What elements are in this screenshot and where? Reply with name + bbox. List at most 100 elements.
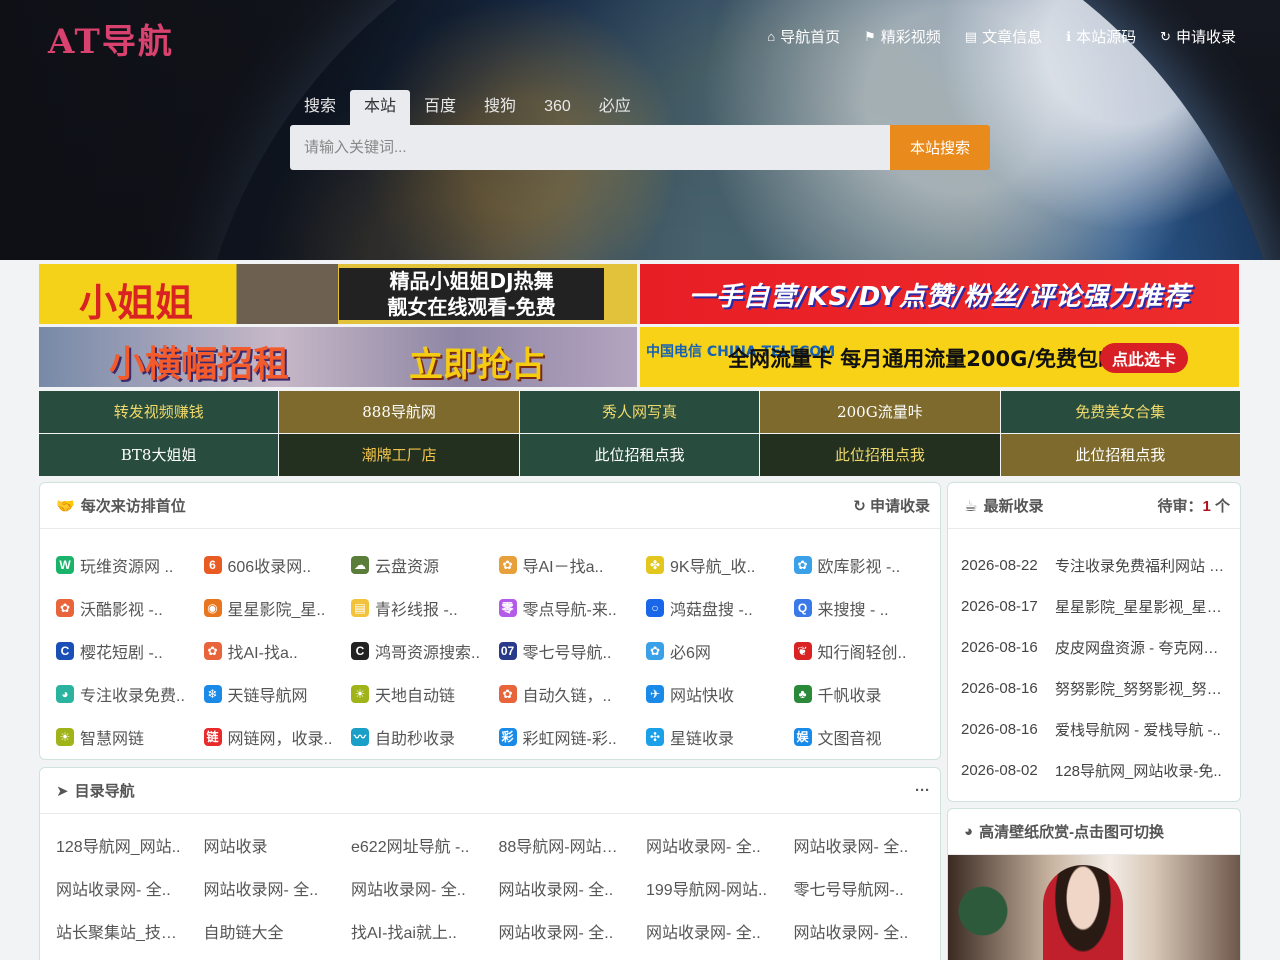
recent-item[interactable]: 2026-08-16 皮皮网盘资源 - 夸克网盘.. bbox=[961, 627, 1228, 668]
site-link[interactable]: ✤ 9K导航_收.. bbox=[646, 543, 794, 586]
site-link[interactable]: C 樱花短剧 -.. bbox=[56, 629, 204, 672]
media-icon: 娱 bbox=[793, 727, 812, 746]
directory-link[interactable]: 网站收录网- 全.. bbox=[499, 869, 627, 912]
directory-link[interactable]: 网站收录网- 全.. bbox=[204, 869, 332, 912]
recent-item[interactable]: 2026-08-16 努努影院_努努影视_努努.. bbox=[961, 668, 1228, 709]
site-link[interactable]: ✿ 导AI－找a.. bbox=[498, 543, 647, 586]
text-ad-link[interactable]: 888导航网 bbox=[279, 391, 519, 433]
text-ad-link[interactable]: 此位招租点我 bbox=[519, 434, 760, 476]
banner-rent-ad[interactable]: 小横幅招租 立即抢占 bbox=[39, 327, 637, 387]
pinwheel-icon: ✿ bbox=[498, 555, 517, 574]
directory-link[interactable]: 网站收录网- 全.. bbox=[499, 912, 627, 955]
search-input[interactable] bbox=[290, 125, 890, 170]
directory-link[interactable]: 自助链大全 bbox=[204, 912, 332, 955]
directory-link[interactable]: 88导航网-网站收.. bbox=[499, 826, 627, 869]
site-link[interactable]: ◉ 星星影院_星.. bbox=[203, 586, 352, 629]
panel-title: 高清壁纸欣赏-点击图可切换 bbox=[979, 824, 1165, 841]
site-link[interactable]: 零零点导航-来.. bbox=[498, 586, 647, 629]
directory-link[interactable]: 找AI-找ai就上.. bbox=[351, 912, 479, 955]
site-link[interactable]: ▤ 青衫线报 -.. bbox=[351, 586, 499, 629]
search-tab[interactable]: 百度 bbox=[410, 90, 470, 125]
text-ad-link[interactable]: 200G流量咔 bbox=[760, 391, 1000, 433]
text-ad-link[interactable]: 此位招租点我 bbox=[1000, 434, 1240, 476]
recent-item[interactable]: 2026-08-17 星星影院_星星影视_星星.. bbox=[961, 586, 1228, 627]
site-link[interactable]: W 玩维资源网 .. bbox=[56, 543, 204, 586]
site-link[interactable]: Q 来搜搜 - .. bbox=[793, 586, 942, 629]
search-tab[interactable]: 搜狗 bbox=[470, 90, 530, 125]
text-ad-link[interactable]: 潮牌工厂店 bbox=[279, 434, 519, 476]
more-icon[interactable]: ··· bbox=[915, 782, 930, 799]
site-link[interactable]: ✿ 找AI-找a.. bbox=[203, 629, 352, 672]
site-link[interactable]: ◕ 专注收录免费.. bbox=[56, 672, 204, 715]
text-ad-link[interactable]: BT8大姐姐 bbox=[39, 434, 279, 476]
clover-icon: ✤ bbox=[646, 555, 664, 574]
cup-icon: ☕ bbox=[964, 497, 978, 515]
directory-link[interactable]: 128导航网_网站.. bbox=[56, 826, 184, 869]
banner-dj-ad[interactable]: 小姐姐 精品小姐姐DJ热舞 靓女在线观看-免费 bbox=[39, 264, 637, 324]
top-nav-link[interactable]: ⌂ 导航首页 bbox=[767, 26, 840, 47]
site-link[interactable]: 6 606收录网.. bbox=[203, 543, 352, 586]
search-tab[interactable]: 360 bbox=[530, 90, 585, 125]
site-link[interactable]: ❦ 知行阁轻创.. bbox=[793, 629, 942, 672]
site-name: 606收录网.. bbox=[227, 558, 312, 576]
site-link[interactable]: 链网链网，收录.. bbox=[203, 715, 352, 758]
directory-link[interactable]: 网站收录网- 全.. bbox=[646, 912, 774, 955]
directory-link[interactable]: 网站收录网- 全.. bbox=[794, 826, 922, 869]
site-link[interactable]: ✿ 欧库影视 -.. bbox=[793, 543, 942, 586]
top-nav-link[interactable]: ⚑ 精彩视频 bbox=[864, 26, 941, 47]
directory-link[interactable]: 站长聚集站_技术.. bbox=[56, 912, 184, 955]
directory-link[interactable]: 199导航网-网站.. bbox=[646, 869, 774, 912]
text-ad-link[interactable]: 转发视频赚钱 bbox=[39, 391, 279, 433]
paper-plane-icon: ➤ bbox=[56, 782, 69, 800]
site-name: 导AI－找a.. bbox=[522, 558, 604, 576]
top-nav-link[interactable]: ▤ 文章信息 bbox=[965, 26, 1042, 47]
directory-link[interactable]: 网站收录网- 全.. bbox=[56, 869, 184, 912]
directory-link[interactable]: e622网址导航 -.. bbox=[351, 826, 479, 869]
handshake-icon: 🤝 bbox=[56, 497, 75, 515]
recent-date: 2026-08-16 bbox=[961, 680, 1038, 697]
recent-item[interactable]: 2026-08-22 专注收录免费福利网站 - .. bbox=[961, 545, 1228, 586]
recent-item[interactable]: 2026-08-16 爱栈导航网 - 爱栈导航 -.. bbox=[961, 709, 1228, 750]
apply-link[interactable]: ↻ 申请收录 bbox=[853, 495, 930, 516]
search-button[interactable]: 本站搜索 bbox=[890, 125, 990, 170]
banner-likes-ad[interactable]: 一手自营/KS/DY点赞/粉丝/评论强力推荐 bbox=[640, 264, 1239, 324]
search-tab[interactable]: 必应 bbox=[585, 90, 645, 125]
site-link[interactable]: 〰自助秒收录 bbox=[351, 715, 499, 758]
site-link[interactable]: ✿ 沃酷影视 -.. bbox=[56, 586, 204, 629]
rainbow-icon: 彩 bbox=[498, 727, 517, 746]
site-link[interactable]: ❄ 天链导航网 bbox=[203, 672, 352, 715]
wallpaper-image[interactable] bbox=[948, 855, 1240, 960]
site-logo[interactable]: AT导航 bbox=[48, 14, 174, 63]
search-tab[interactable]: 搜索 bbox=[290, 90, 350, 125]
directory-link[interactable]: 零七号导航网-.. bbox=[794, 869, 922, 912]
site-link[interactable]: ✈ 网站快收 bbox=[646, 672, 794, 715]
site-link[interactable]: ✣ 星链收录 bbox=[646, 715, 794, 758]
directory-link[interactable]: 网站收录网- 全.. bbox=[351, 869, 479, 912]
directory-link[interactable]: 网站收录网- 全.. bbox=[646, 826, 774, 869]
site-link[interactable]: C 鸿哥资源搜索.. bbox=[351, 629, 499, 672]
site-link[interactable]: ○ 鸿菇盘搜 -.. bbox=[646, 586, 794, 629]
recent-item[interactable]: 2026-08-02 128导航网_网站收录-免.. bbox=[961, 750, 1228, 791]
top-nav-link[interactable]: ℹ 本站源码 bbox=[1066, 26, 1136, 47]
search-tab[interactable]: 本站 bbox=[350, 90, 411, 125]
site-link[interactable]: ☁ 云盘资源 bbox=[351, 543, 499, 586]
banner-telecom-ad[interactable]: 中国电信 CHINA TELECOM 全网流量卡 每月通用流量200G/免费包邮… bbox=[640, 327, 1239, 387]
cat-icon: C bbox=[351, 641, 369, 660]
top-nav-link[interactable]: ↻ 申请收录 bbox=[1160, 26, 1236, 47]
site-link[interactable]: ☀ 智慧网链 bbox=[56, 715, 204, 758]
text-ad-link[interactable]: 此位招租点我 bbox=[760, 434, 1000, 476]
site-link[interactable]: ☀ 天地自动链 bbox=[351, 672, 499, 715]
site-link[interactable]: ✿ 自动久链，.. bbox=[498, 672, 647, 715]
site-name: 彩虹网链-彩.. bbox=[522, 730, 617, 748]
site-link[interactable]: 彩彩虹网链-彩.. bbox=[498, 715, 647, 758]
featured-sites-panel: 🤝 每次来访排首位 ↻ 申请收录 W 玩维资源网 .. 6 606收录网.. ☁ 云盘资源 ✿… bbox=[39, 482, 941, 760]
directory-link[interactable]: 网站收录 bbox=[204, 826, 332, 869]
text-ad-link[interactable]: 秀人网写真 bbox=[519, 391, 760, 433]
site-link[interactable]: ✿ 必6网 bbox=[646, 629, 794, 672]
site-link[interactable]: ♣ 千帆收录 bbox=[793, 672, 942, 715]
directory-link[interactable]: 网站收录网- 全.. bbox=[794, 912, 922, 955]
sun-icon: ☀ bbox=[56, 727, 74, 746]
text-ad-link[interactable]: 免费美女合集 bbox=[1000, 391, 1240, 433]
site-link[interactable]: 娱文图音视 bbox=[793, 715, 942, 758]
site-link[interactable]: 07 零七号导航.. bbox=[498, 629, 647, 672]
